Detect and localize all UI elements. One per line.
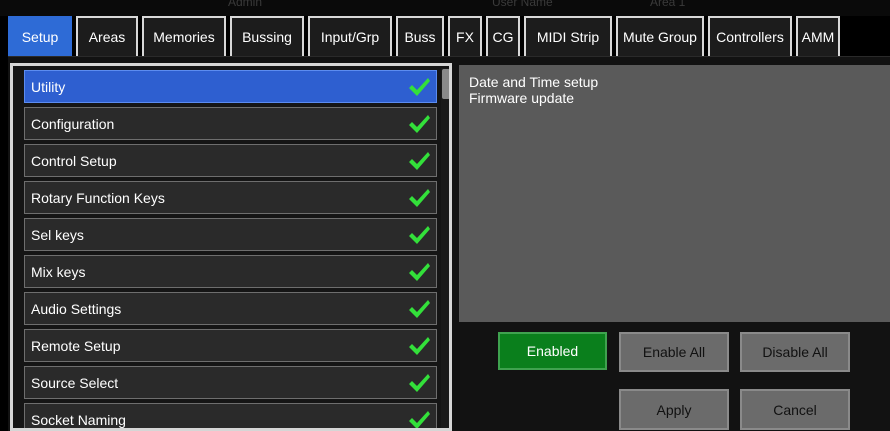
faint-label-user-name: User Name xyxy=(492,0,553,9)
list-item[interactable]: Configuration xyxy=(24,107,437,140)
checkmark-icon[interactable] xyxy=(407,76,431,98)
list-item[interactable]: Audio Settings xyxy=(24,292,437,325)
tab-mute-group[interactable]: Mute Group xyxy=(616,16,704,56)
list-item[interactable]: Socket Naming xyxy=(24,403,437,431)
list-item-label: Configuration xyxy=(31,115,115,132)
tab-cg[interactable]: CG xyxy=(486,16,520,56)
tab-amm[interactable]: AMM xyxy=(796,16,840,56)
list-item-label: Rotary Function Keys xyxy=(31,189,165,206)
background-header-strip: Admin User Name Area 1 xyxy=(0,0,890,16)
tab-setup[interactable]: Setup xyxy=(8,16,72,56)
tab-midi-strip[interactable]: MIDI Strip xyxy=(524,16,612,56)
faint-label-area: Area 1 xyxy=(650,0,686,9)
checkmark-icon[interactable] xyxy=(407,150,431,172)
list-item[interactable]: Sel keys xyxy=(24,218,437,251)
list-item[interactable]: Source Select xyxy=(24,366,437,399)
checkmark-icon[interactable] xyxy=(407,372,431,394)
checkmark-icon[interactable] xyxy=(407,261,431,283)
tab-bar: Setup Areas Memories Bussing Input/Grp B… xyxy=(8,16,844,56)
list-item-label: Socket Naming xyxy=(31,411,126,428)
description-panel: Date and Time setup Firmware update xyxy=(459,65,890,322)
checkmark-icon[interactable] xyxy=(407,335,431,357)
tab-controllers[interactable]: Controllers xyxy=(708,16,792,56)
tab-fx[interactable]: FX xyxy=(448,16,482,56)
apply-button[interactable]: Apply xyxy=(619,389,729,430)
cancel-button[interactable]: Cancel xyxy=(740,389,850,430)
enabled-toggle-button[interactable]: Enabled xyxy=(498,332,607,370)
tab-bussing[interactable]: Bussing xyxy=(230,16,304,56)
list-item[interactable]: Utility xyxy=(24,70,437,103)
checkmark-icon[interactable] xyxy=(407,224,431,246)
list-item[interactable]: Rotary Function Keys xyxy=(24,181,437,214)
description-line: Date and Time setup xyxy=(469,74,599,90)
scrollbar-thumb[interactable] xyxy=(442,69,449,99)
tab-memories[interactable]: Memories xyxy=(142,16,226,56)
setup-page-list: Utility Configuration Control Setup Rotary … xyxy=(10,63,452,431)
faint-label-admin: Admin xyxy=(228,0,263,9)
list-scrollbar[interactable] xyxy=(441,68,449,428)
checkmark-icon[interactable] xyxy=(407,113,431,135)
checkmark-icon[interactable] xyxy=(407,187,431,209)
tab-input-grp[interactable]: Input/Grp xyxy=(308,16,392,56)
list-item-label: Utility xyxy=(31,78,66,95)
tab-areas[interactable]: Areas xyxy=(76,16,138,56)
disable-all-button[interactable]: Disable All xyxy=(740,332,850,372)
list-item-label: Control Setup xyxy=(31,152,117,169)
list-item-label: Remote Setup xyxy=(31,337,121,354)
list-item-label: Mix keys xyxy=(31,263,86,280)
enable-all-button[interactable]: Enable All xyxy=(619,332,729,372)
checkmark-icon[interactable] xyxy=(407,298,431,320)
list-item[interactable]: Remote Setup xyxy=(24,329,437,362)
description-line: Firmware update xyxy=(469,90,575,106)
checkmark-icon[interactable] xyxy=(407,409,431,431)
list-item-label: Audio Settings xyxy=(31,300,122,317)
list-item[interactable]: Mix keys xyxy=(24,255,437,288)
list-item[interactable]: Control Setup xyxy=(24,144,437,177)
list-item-label: Source Select xyxy=(31,374,119,391)
tab-buss[interactable]: Buss xyxy=(396,16,444,56)
list-item-label: Sel keys xyxy=(31,226,84,243)
